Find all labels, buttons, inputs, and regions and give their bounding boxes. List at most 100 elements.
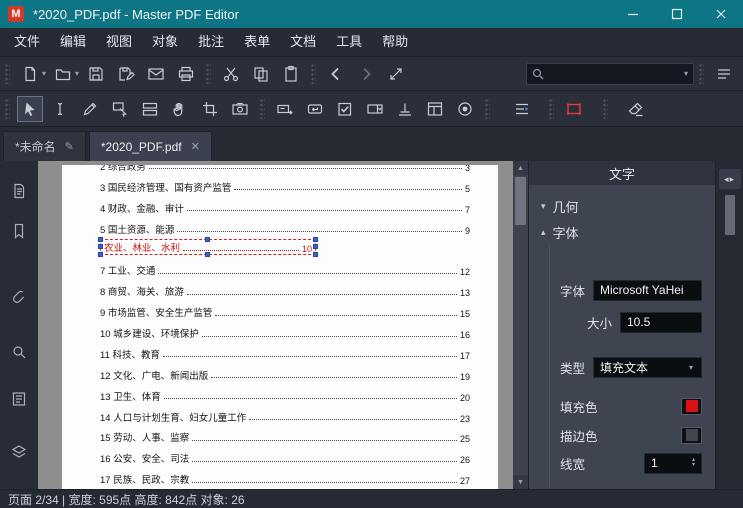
selection-handle[interactable] xyxy=(313,244,318,250)
selection-handle[interactable] xyxy=(313,237,318,243)
document-area[interactable]: 2 综合政务 3 3 国民经济管理、国有资产监管 5 4 财政、金融、审计 7 … xyxy=(38,161,528,489)
menu-item[interactable]: 工具 xyxy=(326,28,372,56)
edit-pen-icon[interactable]: ✎ xyxy=(65,140,74,153)
open-button[interactable] xyxy=(50,61,76,87)
back-button[interactable] xyxy=(323,61,349,87)
document-scrollbar[interactable]: ▲ ▼ xyxy=(513,161,528,489)
selection-handle[interactable] xyxy=(98,237,103,243)
text-field-tool[interactable] xyxy=(272,96,298,122)
toolbar-grip[interactable] xyxy=(603,98,608,119)
section-geometry[interactable]: ▾ 几何 xyxy=(529,193,715,219)
toc-entry[interactable]: 13 卫生、体育 20 xyxy=(100,382,470,403)
fill-type-dropdown[interactable]: 填充文本 ▾ xyxy=(593,356,702,378)
eraser-tool[interactable] xyxy=(623,96,649,122)
panel-scrollbar-thumb[interactable] xyxy=(724,195,735,235)
menu-item[interactable]: 文件 xyxy=(4,28,50,56)
menu-item[interactable]: 帮助 xyxy=(372,28,418,56)
text-tool[interactable] xyxy=(47,96,73,122)
listbox-field-tool[interactable] xyxy=(422,96,448,122)
attachments-panel-button[interactable] xyxy=(9,287,29,307)
forms-tool[interactable] xyxy=(137,96,163,122)
fill-color-swatch[interactable] xyxy=(681,397,702,415)
toc-entry[interactable]: 10 城乡建设、环境保护 16 xyxy=(100,319,470,340)
toolbar-menu-button[interactable] xyxy=(711,61,737,87)
minimize-button[interactable] xyxy=(611,0,655,28)
toc-entry[interactable]: 16 公安、安全、司法 26 xyxy=(100,444,470,465)
forward-button[interactable] xyxy=(353,61,379,87)
scrollbar-thumb[interactable] xyxy=(515,177,526,225)
spinner-buttons[interactable]: ▴ ▾ xyxy=(692,457,695,468)
tab-2020-pdf[interactable]: *2020_PDF.pdf ✕ xyxy=(88,131,212,161)
combobox-field-tool[interactable] xyxy=(362,96,388,122)
search-input[interactable] xyxy=(548,66,680,81)
toc-text-object[interactable]: 3 国民经济管理、国有资产监管 5 xyxy=(100,180,470,194)
toolbar-grip[interactable] xyxy=(549,98,554,119)
toc-text-object[interactable]: 17 民族、民政、宗教 27 xyxy=(100,472,470,486)
toc-text-object[interactable]: 9 市场监管、安全生产监管 15 xyxy=(100,305,470,319)
menu-item[interactable]: 文档 xyxy=(280,28,326,56)
print-button[interactable] xyxy=(173,61,199,87)
toc-text-object[interactable]: 13 卫生、体育 20 xyxy=(100,389,470,403)
tab-untitled[interactable]: *未命名 ✎ xyxy=(3,131,86,161)
new-document-dropdown-caret[interactable]: ▾ xyxy=(42,69,46,78)
properties-panel-button[interactable] xyxy=(9,389,29,409)
scroll-down-button[interactable]: ▼ xyxy=(513,475,528,489)
toc-text-object[interactable]: 4 财政、金融、审计 7 xyxy=(100,201,470,215)
panel-collapse-button[interactable]: ◂▸ xyxy=(718,169,741,189)
copy-button[interactable] xyxy=(248,61,274,87)
toc-entry[interactable]: 7 工业、交通 12 xyxy=(100,256,470,277)
toc-text-object[interactable]: 8 商贸、海关、旅游 13 xyxy=(100,284,470,298)
font-family-field[interactable]: Microsoft YaHei xyxy=(593,279,702,301)
toc-text-object[interactable]: 15 劳动、人事、监察 25 xyxy=(100,430,470,444)
spin-down-icon[interactable]: ▾ xyxy=(692,462,695,468)
scroll-up-button[interactable]: ▲ xyxy=(513,161,528,175)
toc-text-object[interactable]: 12 文化、广电、新闻出版 19 xyxy=(100,368,470,382)
toc-entry[interactable]: 2 综合政务 3 xyxy=(100,165,470,173)
toolbar-grip[interactable] xyxy=(485,98,490,119)
toolbar-grip[interactable] xyxy=(311,63,317,84)
email-button[interactable] xyxy=(143,61,169,87)
selection-handle[interactable] xyxy=(98,252,103,258)
new-document-button[interactable] xyxy=(17,61,43,87)
open-dropdown-caret[interactable]: ▾ xyxy=(75,69,79,78)
titlebar[interactable]: M *2020_PDF.pdf - Master PDF Editor xyxy=(0,0,743,28)
rectangle-tool[interactable] xyxy=(561,96,587,122)
snapshot-tool[interactable] xyxy=(227,96,253,122)
radio-button-field-tool[interactable] xyxy=(452,96,478,122)
close-button[interactable] xyxy=(699,0,743,28)
toc-text-object[interactable]: 11 科技、教育 17 xyxy=(100,347,470,361)
search-dropdown-caret[interactable]: ▾ xyxy=(684,69,688,78)
toolbar-grip[interactable] xyxy=(5,98,10,119)
selection-handle[interactable] xyxy=(313,252,318,258)
toolbar-grip[interactable] xyxy=(206,63,212,84)
font-size-field[interactable]: 10.5 xyxy=(620,311,702,333)
toc-entry[interactable]: 9 市场监管、安全生产监管 15 xyxy=(100,298,470,319)
save-button[interactable] xyxy=(83,61,109,87)
menu-item[interactable]: 批注 xyxy=(188,28,234,56)
selection-handle[interactable] xyxy=(98,244,103,250)
signature-field-tool[interactable] xyxy=(392,96,418,122)
save-as-button[interactable] xyxy=(113,61,139,87)
layers-panel-button[interactable] xyxy=(9,442,29,462)
toc-text-object[interactable]: 农业、林业、水利 10 xyxy=(98,237,318,258)
toc-text-object[interactable]: 2 综合政务 3 xyxy=(100,165,470,173)
cut-button[interactable] xyxy=(218,61,244,87)
menu-item[interactable]: 编辑 xyxy=(50,28,96,56)
toolbar-grip[interactable] xyxy=(260,98,265,119)
toc-text-object[interactable]: 10 城乡建设、环境保护 16 xyxy=(100,326,470,340)
thumbnails-panel-button[interactable] xyxy=(9,181,29,201)
toc-entry[interactable]: 14 人口与计划生育、妇女儿童工作 23 xyxy=(100,403,470,424)
menu-item[interactable]: 表单 xyxy=(234,28,280,56)
hand-tool[interactable] xyxy=(167,96,193,122)
toolbar-grip[interactable] xyxy=(699,63,704,84)
section-font[interactable]: ▴ 字体 xyxy=(529,219,715,245)
toc-entry[interactable]: 4 财政、金融、审计 7 xyxy=(100,194,470,215)
toc-text-object[interactable]: 16 公安、安全、司法 26 xyxy=(100,451,470,465)
menu-item[interactable]: 视图 xyxy=(96,28,142,56)
edit-document-tool[interactable] xyxy=(77,96,103,122)
toc-entry[interactable]: 3 国民经济管理、国有资产监管 5 xyxy=(100,173,470,194)
expand-view-button[interactable] xyxy=(383,61,409,87)
selection-handle[interactable] xyxy=(205,237,210,243)
search-panel-button[interactable] xyxy=(9,342,29,362)
checkbox-field-tool[interactable] xyxy=(332,96,358,122)
